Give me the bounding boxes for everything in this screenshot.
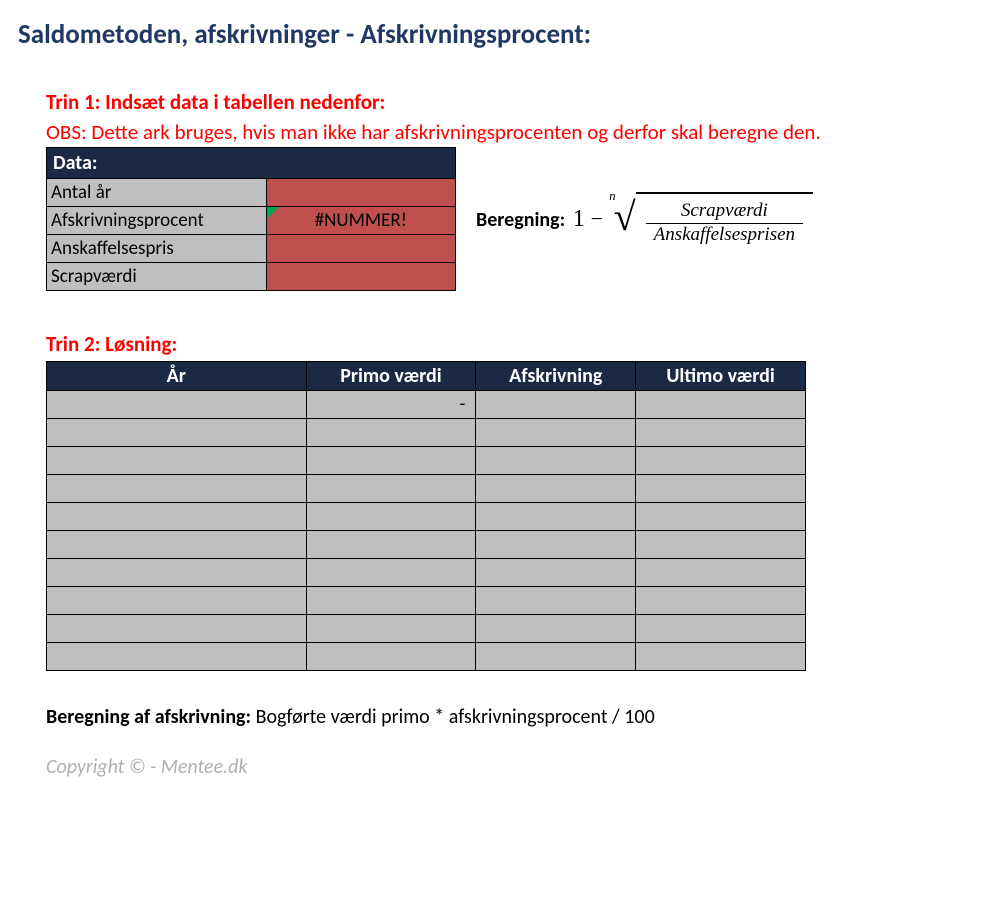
obs-note: OBS: Dette ark bruges, hvis man ikke har… xyxy=(46,119,988,145)
cell-ultimo[interactable] xyxy=(636,475,806,503)
input-scrapvaerdi[interactable] xyxy=(266,263,455,291)
cell-ultimo[interactable] xyxy=(636,587,806,615)
formula-denominator: Anskaffelsesprisen xyxy=(646,224,803,247)
label-antal-aar: Antal år xyxy=(47,179,267,207)
cell-year[interactable] xyxy=(47,447,307,475)
formula-block: Beregning: 1 − n √ Scrapværdi Anskaffels… xyxy=(476,192,813,247)
formula-numerator: Scrapværdi xyxy=(646,200,803,224)
input-antal-aar[interactable] xyxy=(266,179,455,207)
table-row xyxy=(47,419,806,447)
cell-ultimo[interactable] xyxy=(636,643,806,671)
step2-heading: Trin 2: Løsning: xyxy=(46,331,988,357)
table-row xyxy=(47,503,806,531)
cell-afskrivning[interactable] xyxy=(476,615,636,643)
row-scrapvaerdi: Scrapværdi xyxy=(47,263,456,291)
cell-afskrivning[interactable] xyxy=(476,643,636,671)
beregning-label: Beregning: xyxy=(476,208,565,232)
cell-primo[interactable] xyxy=(306,559,476,587)
cell-primo[interactable] xyxy=(306,475,476,503)
cell-afskrivning[interactable] xyxy=(476,419,636,447)
cell-ultimo[interactable] xyxy=(636,447,806,475)
input-anskaffelsespris[interactable] xyxy=(266,235,455,263)
cell-ultimo[interactable] xyxy=(636,615,806,643)
table-row xyxy=(47,475,806,503)
table-row xyxy=(47,447,806,475)
cell-year[interactable] xyxy=(47,615,307,643)
cell-afskrivning[interactable] xyxy=(476,475,636,503)
label-afskrivningspct: Afskrivningsprocent xyxy=(47,207,267,235)
row-afskrivningspct: Afskrivningsprocent #NUMMER! xyxy=(47,207,456,235)
cell-year[interactable] xyxy=(47,419,307,447)
cell-primo[interactable] xyxy=(306,587,476,615)
calc-note-text: Bogførte værdi primo * afskrivningsproce… xyxy=(256,705,655,729)
cell-primo[interactable]: - xyxy=(306,391,476,419)
table-row: - xyxy=(47,391,806,419)
cell-ultimo[interactable] xyxy=(636,503,806,531)
cell-year[interactable] xyxy=(47,475,307,503)
formula: 1 − n √ Scrapværdi Anskaffelsesprisen xyxy=(573,192,813,247)
copyright: Copyright © - Mentee.dk xyxy=(46,755,988,779)
calc-note: Beregning af afskrivning: Bogførte værdi… xyxy=(46,705,988,729)
step2: Trin 2: Løsning: År Primo værdi Afskrivn… xyxy=(46,331,988,671)
result-table: År Primo værdi Afskrivning Ultimo værdi … xyxy=(46,361,806,671)
label-anskaffelsespris: Anskaffelsespris xyxy=(47,235,267,263)
cell-afskrivningspct-error[interactable]: #NUMMER! xyxy=(266,207,455,235)
cell-primo[interactable] xyxy=(306,447,476,475)
table-row xyxy=(47,615,806,643)
cell-afskrivning[interactable] xyxy=(476,391,636,419)
cell-ultimo[interactable] xyxy=(636,531,806,559)
cell-year[interactable] xyxy=(47,391,307,419)
cell-year[interactable] xyxy=(47,559,307,587)
table-row xyxy=(47,587,806,615)
cell-year[interactable] xyxy=(47,643,307,671)
cell-afskrivning[interactable] xyxy=(476,559,636,587)
page-title: Saldometoden, afskrivninger - Afskrivnin… xyxy=(18,18,988,51)
cell-afskrivning[interactable] xyxy=(476,531,636,559)
data-table-header: Data: xyxy=(47,148,456,179)
cell-primo[interactable] xyxy=(306,531,476,559)
calc-note-bold: Beregning af afskrivning: xyxy=(46,705,256,729)
th-ultimo: Ultimo værdi xyxy=(636,362,806,391)
cell-year[interactable] xyxy=(47,503,307,531)
cell-afskrivning[interactable] xyxy=(476,447,636,475)
cell-primo[interactable] xyxy=(306,643,476,671)
cell-primo[interactable] xyxy=(306,503,476,531)
main-content: Trin 1: Indsæt data i tabellen nedenfor:… xyxy=(18,89,988,779)
table-row xyxy=(47,559,806,587)
th-afskrivning: Afskrivning xyxy=(476,362,636,391)
formula-root: n √ Scrapværdi Anskaffelsesprisen xyxy=(609,192,813,247)
label-scrapvaerdi: Scrapværdi xyxy=(47,263,267,291)
step1-heading: Trin 1: Indsæt data i tabellen nedenfor: xyxy=(46,89,988,115)
cell-year[interactable] xyxy=(47,587,307,615)
table-row xyxy=(47,643,806,671)
cell-ultimo[interactable] xyxy=(636,559,806,587)
th-year: År xyxy=(47,362,307,391)
cell-primo[interactable] xyxy=(306,615,476,643)
radical-icon: √ xyxy=(614,205,636,229)
th-primo: Primo værdi xyxy=(306,362,476,391)
data-table: Data: Antal år Afskrivningsprocent #NUMM… xyxy=(46,147,456,291)
formula-minus: − xyxy=(591,206,603,232)
cell-primo[interactable] xyxy=(306,419,476,447)
cell-year[interactable] xyxy=(47,531,307,559)
formula-fraction: Scrapværdi Anskaffelsesprisen xyxy=(646,200,803,247)
step1-row: Data: Antal år Afskrivningsprocent #NUMM… xyxy=(46,147,988,291)
formula-one: 1 xyxy=(573,206,585,233)
cell-afskrivning[interactable] xyxy=(476,587,636,615)
row-anskaffelsespris: Anskaffelsespris xyxy=(47,235,456,263)
table-row xyxy=(47,531,806,559)
cell-ultimo[interactable] xyxy=(636,391,806,419)
cell-ultimo[interactable] xyxy=(636,419,806,447)
row-antal-aar: Antal år xyxy=(47,179,456,207)
cell-afskrivning[interactable] xyxy=(476,503,636,531)
